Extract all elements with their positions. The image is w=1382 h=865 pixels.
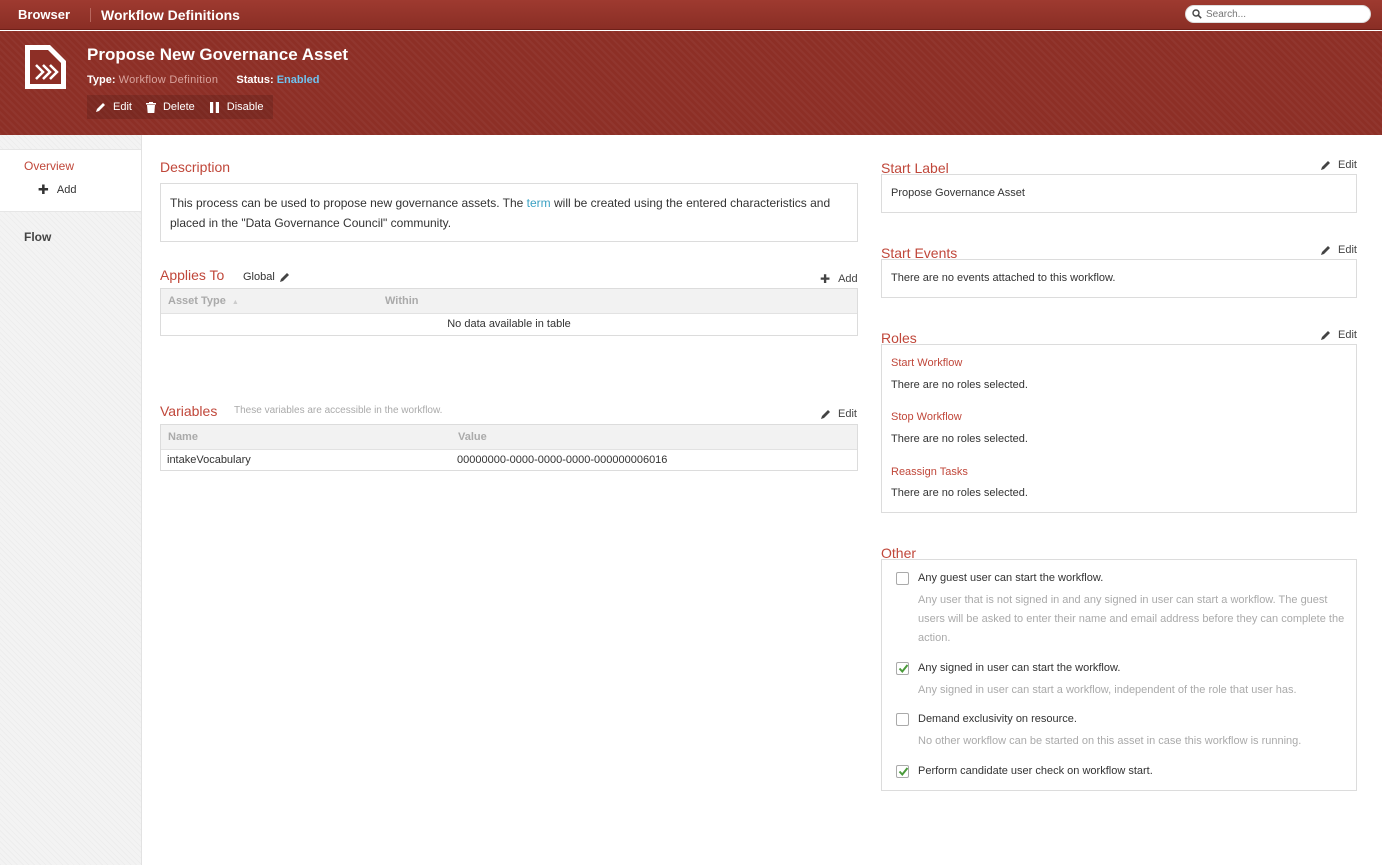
start-events-value: There are no events attached to this wor… — [891, 272, 1116, 284]
start-label-edit-button[interactable]: Edit — [1320, 159, 1357, 171]
column-value[interactable]: Value — [451, 425, 857, 450]
disable-button-label: Disable — [226, 101, 264, 113]
description-box: This process can be used to propose new … — [160, 183, 858, 242]
option-label: Any signed in user can start the workflo… — [918, 662, 1121, 674]
breadcrumb-browser[interactable]: Browser — [18, 7, 70, 22]
description-heading: Description — [160, 159, 231, 175]
role-reassign-tasks: Reassign Tasks — [891, 466, 968, 478]
asset-meta: Type: Workflow Definition Status: Enable… — [87, 74, 320, 86]
applies-to-add-label: Add — [838, 273, 858, 285]
guest-start-checkbox[interactable] — [896, 572, 909, 585]
table-row[interactable]: intakeVocabulary 00000000-0000-0000-0000… — [161, 449, 857, 470]
table-header-row: Asset Type ▲ Within — [161, 289, 857, 314]
table-row: No data available in table — [161, 313, 857, 334]
demand-exclusivity-checkbox[interactable] — [896, 713, 909, 726]
option-label: Any guest user can start the workflow. — [918, 572, 1104, 584]
plus-icon: ✚ — [820, 272, 831, 286]
status-value: Enabled — [276, 74, 320, 86]
candidate-check-checkbox[interactable] — [896, 765, 909, 778]
option-description: Any user that is not signed in and any s… — [918, 594, 1345, 644]
applies-to-add-button[interactable]: ✚ Add — [820, 272, 858, 286]
variables-heading: Variables — [160, 403, 218, 419]
workflow-document-icon — [25, 45, 66, 89]
variables-note: These variables are accessible in the wo… — [234, 405, 443, 416]
applies-to-heading: Applies To — [160, 267, 225, 283]
page-title: Propose New Governance Asset — [87, 45, 349, 64]
role-start-workflow-value: There are no roles selected. — [891, 379, 1028, 391]
top-bar: Browser Workflow Definitions — [0, 0, 1382, 30]
column-name[interactable]: Name — [161, 425, 451, 450]
column-within[interactable]: Within — [378, 289, 857, 314]
checkmark-icon — [898, 767, 909, 777]
applies-to-scope[interactable]: Global — [243, 271, 290, 283]
checkmark-icon — [898, 664, 909, 674]
pencil-icon — [1321, 330, 1330, 340]
sidebar-add-label: Add — [56, 184, 77, 196]
type-label: Type: — [87, 74, 116, 86]
asset-header: Propose New Governance Asset Type: Workf… — [0, 31, 1382, 135]
variables-table: Name Value intakeVocabulary 00000000-000… — [160, 424, 858, 471]
start-label-edit-label: Edit — [1338, 159, 1357, 171]
applies-to-scope-label: Global — [243, 271, 275, 283]
sidebar-item-overview[interactable]: Overview — [24, 159, 74, 173]
delete-button[interactable]: Delete — [145, 101, 195, 113]
term-link[interactable]: term — [527, 196, 551, 210]
option-label: Demand exclusivity on resource. — [918, 713, 1077, 725]
breadcrumb-workflow-definitions[interactable]: Workflow Definitions — [101, 7, 240, 23]
start-events-edit-label: Edit — [1338, 244, 1357, 256]
sidebar-overview-block: Overview ✚ Add — [0, 149, 141, 212]
role-reassign-tasks-value: There are no roles selected. — [891, 487, 1028, 499]
variable-name: intakeVocabulary — [167, 453, 251, 466]
role-start-workflow: Start Workflow — [891, 357, 963, 369]
column-asset-type[interactable]: Asset Type ▲ — [161, 289, 378, 314]
disable-button[interactable]: Disable — [209, 101, 264, 113]
search-box[interactable] — [1185, 5, 1371, 23]
status-label: Status: — [236, 74, 274, 86]
roles-edit-button[interactable]: Edit — [1320, 329, 1357, 341]
roles-edit-label: Edit — [1338, 329, 1357, 341]
pencil-icon — [279, 272, 289, 282]
role-stop-workflow-value: There are no roles selected. — [891, 433, 1028, 445]
edit-button[interactable]: Edit — [95, 101, 132, 113]
variable-value: 00000000-0000-0000-0000-000000006016 — [457, 453, 668, 466]
variables-edit-label: Edit — [838, 408, 857, 420]
signed-in-start-checkbox[interactable] — [896, 662, 909, 675]
edit-button-label: Edit — [113, 101, 132, 113]
sort-icon: ▲ — [231, 298, 239, 306]
action-toolbar: Edit Delete Disable — [87, 95, 274, 119]
applies-to-table: Asset Type ▲ Within No data available in … — [160, 288, 858, 336]
role-stop-workflow: Stop Workflow — [891, 411, 962, 423]
variables-edit-button[interactable]: Edit — [820, 408, 857, 420]
option-description: No other workflow can be started on this… — [918, 735, 1302, 747]
description-text-part1: This process can be used to propose new … — [170, 196, 527, 210]
pause-icon — [209, 101, 219, 113]
option-label: Perform candidate user check on workflow… — [918, 765, 1153, 777]
trash-icon — [145, 101, 156, 113]
search-input[interactable] — [1206, 7, 1364, 22]
sidebar: Overview ✚ Add Flow — [0, 135, 142, 865]
option-description: Any signed in user can start a workflow,… — [918, 684, 1297, 696]
sidebar-add-button[interactable]: ✚ Add — [38, 182, 76, 198]
plus-icon: ✚ — [38, 182, 49, 197]
pencil-icon — [821, 409, 830, 419]
description-text: This process can be used to propose new … — [170, 193, 850, 233]
start-label-value: Propose Governance Asset — [891, 187, 1025, 199]
table-header-row: Name Value — [161, 425, 857, 450]
pencil-icon — [1321, 245, 1330, 255]
start-label-box: Propose Governance Asset — [881, 174, 1357, 213]
start-events-edit-button[interactable]: Edit — [1320, 244, 1357, 256]
other-options-box: Any guest user can start the workflow. A… — [881, 559, 1357, 791]
breadcrumb-separator — [90, 8, 91, 22]
roles-box: Start Workflow There are no roles select… — [881, 344, 1357, 513]
type-value[interactable]: Workflow Definition — [119, 74, 219, 86]
delete-button-label: Delete — [162, 101, 195, 113]
empty-table-message: No data available in table — [447, 317, 571, 330]
pencil-icon — [96, 102, 105, 112]
search-icon — [1192, 9, 1202, 19]
sidebar-item-flow[interactable]: Flow — [24, 230, 51, 244]
start-events-box: There are no events attached to this wor… — [881, 259, 1357, 298]
column-asset-type-label: Asset Type — [168, 294, 226, 307]
pencil-icon — [1321, 160, 1330, 170]
